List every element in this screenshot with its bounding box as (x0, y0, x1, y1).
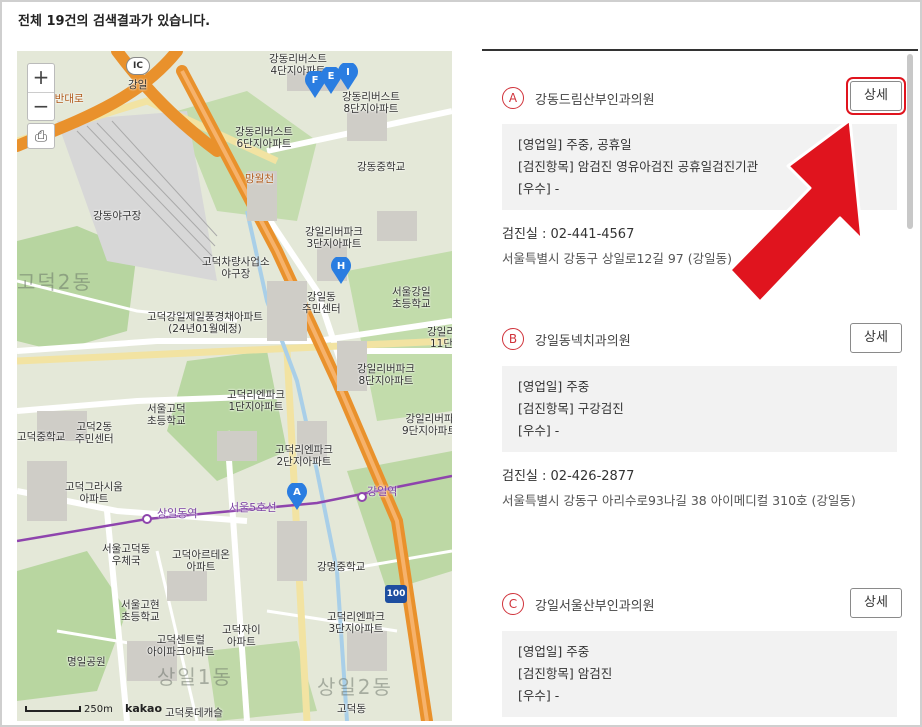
card-b-exam-items: [검진항목] 구강검진 (518, 401, 624, 416)
map-label: 고덕센트럴 아이파크아파트 (147, 634, 215, 658)
map-label: 강명중학교 (317, 561, 366, 573)
map-label: 고덕리엔파크 3단지아파트 (327, 611, 385, 635)
print-button[interactable]: ⎙ (27, 123, 55, 149)
map-label: 고덕차량사업소 야구장 (202, 256, 270, 280)
card-b-detail-button[interactable]: 상세 (850, 323, 902, 353)
map-view[interactable]: IC 100 강일 강동리버스트 4단지아파트 강동리버스트 8단지아파트 강동리버스… (17, 51, 452, 721)
zoom-in-button[interactable]: + (28, 64, 54, 92)
map-label: 상일동역 (157, 507, 198, 520)
map-label: 고덕그라시움 아파트 (65, 481, 123, 505)
map-label: 고덕중학교 (17, 431, 66, 443)
map-marker-h[interactable]: H (330, 257, 352, 285)
map-label: 강일리버파크 8단지아파트 (357, 363, 415, 387)
scale-label: 250m (84, 704, 113, 715)
card-a-head: A 강동드림산부인과의원 (502, 86, 655, 110)
map-label: 고덕자이 아파트 (222, 624, 261, 648)
card-b-phone: 검진실 : 02-426-2877 (502, 469, 635, 484)
map-label: 상일1동 (157, 665, 233, 689)
map-label: 고덕2동 주민센터 (75, 421, 114, 445)
list-scrollbar[interactable] (907, 54, 913, 229)
card-c-detail-button[interactable]: 상세 (850, 588, 902, 618)
map-label: 고덕롯데캐슬 (165, 707, 223, 719)
map-label: 고덕아르테온 아파트 (172, 549, 230, 573)
card-b-clinic-name[interactable]: 강일동넥치과의원 (535, 330, 631, 349)
card-c-letter-badge: C (502, 593, 524, 615)
card-b-address: 서울특별시 강동구 아리수로93나길 38 아이메디컬 310호 (강일동) (502, 493, 856, 508)
map-provider-logo: kakao (125, 702, 163, 715)
card-c-head: C 강일서울산부인과의원 (502, 592, 655, 616)
map-label: 고덕강일제일풍경채아파트 (24년01월예정) (147, 311, 263, 335)
map-label: 강동중학교 (357, 161, 406, 173)
map-label: 고덕동 (337, 703, 366, 715)
card-a-clinic-name[interactable]: 강동드림산부인과의원 (535, 89, 655, 108)
card-b-info-box: [영업일] 주중 [검진항목] 구강검진 [우수] - (502, 366, 897, 452)
ic-badge: IC (126, 57, 150, 75)
card-b-excellent: [우수] - (518, 423, 560, 438)
map-label: 강일역 (367, 485, 398, 498)
card-c-excellent: [우수] - (518, 688, 560, 703)
result-count-text: 전체 19건의 검색결과가 있습니다. (18, 14, 211, 29)
map-label: 서울고덕동 우체국 (102, 543, 151, 567)
map-label: 강동야구장 (93, 210, 142, 222)
card-a-detail-button[interactable]: 상세 (846, 77, 906, 115)
card-a-letter-badge: A (502, 87, 524, 109)
card-c-work-days: [영업일] 주중 (518, 644, 590, 659)
map-label: 명일공원 (67, 656, 106, 668)
map-label: 고덕리엔파크 1단지아파트 (227, 389, 285, 413)
map-label: 강동리버스트 8단지아파트 (342, 91, 400, 115)
card-c-info-box: [영업일] 주중 [검진항목] 암검진 [우수] - (502, 631, 897, 717)
card-a-phone: 검진실 : 02-441-4567 (502, 227, 635, 242)
map-label: 상일2동 (317, 675, 393, 699)
map-label: 서울고덕 초등학교 (147, 403, 186, 427)
map-label: 강일리버파크 3단지아파트 (305, 226, 363, 250)
map-label: 서울강일 초등학교 (392, 286, 431, 310)
card-b-work-days: [영업일] 주중 (518, 379, 590, 394)
map-label: 강일동 주민센터 (302, 291, 341, 315)
map-scale: 250m (25, 704, 113, 715)
map-label: 강일리버파 9단지아파트 (402, 413, 452, 437)
card-b-letter-badge: B (502, 328, 524, 350)
card-c-exam-items: [검진항목] 암검진 (518, 666, 613, 681)
map-label: 고덕리엔파크 2단지아파트 (275, 444, 333, 468)
map-marker-a[interactable]: A (286, 483, 308, 511)
map-marker-i[interactable]: I (337, 63, 359, 91)
map-label: 망월천 (245, 173, 274, 185)
map-label: 강일 (128, 79, 148, 91)
card-b-head: B 강일동넥치과의원 (502, 327, 631, 351)
annotation-arrow-icon (728, 120, 864, 304)
page-frame: 전체 19건의 검색결과가 있습니다. IC 100 강일 강동리버스트 4단지… (0, 0, 922, 727)
zoom-control: + − (27, 63, 55, 121)
highway-100-badge: 100 (385, 585, 407, 603)
map-label: 강일리 11단 (427, 326, 452, 350)
map-label: 서울5호선 (229, 501, 277, 514)
zoom-out-button[interactable]: − (28, 92, 54, 120)
map-label: 서울고현 초등학교 (121, 599, 160, 623)
map-label: 고덕2동 (17, 270, 93, 294)
map-label: 강동리버스트 6단지아파트 (235, 126, 293, 150)
card-c-clinic-name[interactable]: 강일서울산부인과의원 (535, 595, 655, 614)
